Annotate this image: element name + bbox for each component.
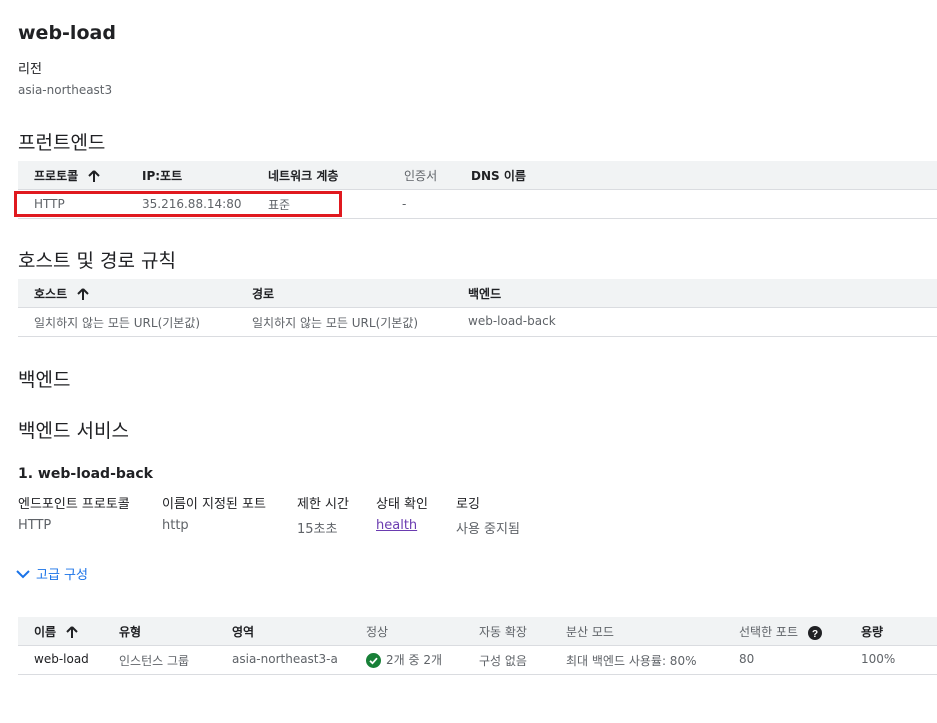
- frontend-cert: -: [402, 197, 407, 211]
- group-port: 80: [739, 652, 755, 666]
- sort-up-icon: [66, 626, 78, 638]
- backend-section-title: 백엔드: [18, 369, 71, 391]
- groups-col-capacity[interactable]: 용량: [861, 623, 883, 640]
- group-name: web-load: [34, 652, 89, 666]
- page-title: web-load: [18, 22, 116, 44]
- highlight-box: [14, 191, 342, 217]
- backend-services-title: 백엔드 서비스: [18, 420, 129, 442]
- region-value: asia-northeast3: [18, 83, 113, 97]
- advanced-config-label: 고급 구성: [36, 568, 88, 583]
- groups-col-zone[interactable]: 영역: [232, 623, 254, 640]
- prop-value-port: http: [162, 518, 189, 533]
- rules-col-host[interactable]: 호스트: [34, 285, 90, 302]
- rules-col-backend[interactable]: 백엔드: [468, 285, 501, 302]
- prop-value-protocol: HTTP: [18, 518, 52, 533]
- health-check-link[interactable]: health: [376, 518, 417, 533]
- groups-col-autoscale[interactable]: 자동 확장: [479, 623, 527, 640]
- sort-up-icon: [77, 288, 90, 300]
- region-label: 리전: [18, 62, 42, 77]
- backend-service-name: 1. web-load-back: [18, 466, 153, 482]
- frontend-col-ipport[interactable]: IP:포트: [142, 167, 182, 184]
- frontend-col-cert[interactable]: 인증서: [404, 167, 437, 184]
- advanced-config-toggle[interactable]: 고급 구성: [16, 564, 88, 583]
- check-circle-icon: [366, 653, 381, 668]
- groups-row-divider: [18, 674, 937, 675]
- rules-host: 일치하지 않는 모든 URL(기본값): [34, 316, 201, 330]
- group-zone: asia-northeast3-a: [232, 652, 338, 666]
- prop-value-timeout: 15초초: [297, 522, 338, 537]
- help-icon[interactable]: ?: [807, 625, 822, 640]
- prop-label-port: 이름이 지정된 포트: [162, 497, 266, 512]
- rules-col-path[interactable]: 경로: [252, 285, 274, 302]
- groups-col-port[interactable]: 선택한 포트 ?: [739, 623, 822, 640]
- prop-label-health: 상태 확인: [376, 497, 428, 512]
- rules-path: 일치하지 않는 모든 URL(기본값): [252, 316, 419, 330]
- chevron-down-icon: [16, 569, 30, 578]
- frontend-col-protocol[interactable]: 프로토콜: [34, 167, 101, 184]
- groups-col-name[interactable]: 이름: [34, 623, 78, 640]
- frontend-col-dns[interactable]: DNS 이름: [471, 167, 526, 184]
- rules-row-divider: [18, 336, 937, 337]
- group-type: 인스턴스 그룹: [119, 654, 190, 668]
- groups-header-divider: [18, 645, 937, 646]
- groups-col-type[interactable]: 유형: [119, 623, 141, 640]
- group-healthy: 2개 중 2개: [366, 651, 442, 668]
- svg-text:?: ?: [812, 629, 818, 640]
- frontend-header-divider: [18, 189, 937, 190]
- prop-label-logging: 로깅: [456, 497, 480, 512]
- rules-section-title: 호스트 및 경로 규칙: [18, 250, 176, 272]
- frontend-row-divider: [18, 218, 937, 219]
- group-balancing: 최대 백엔드 사용률: 80%: [566, 654, 697, 668]
- sort-up-icon: [88, 170, 101, 182]
- prop-value-logging: 사용 중지됨: [456, 522, 520, 537]
- group-autoscale: 구성 없음: [479, 654, 527, 668]
- prop-label-protocol: 엔드포인트 프로토콜: [18, 497, 130, 512]
- frontend-col-tier[interactable]: 네트워크 계층: [268, 167, 338, 184]
- frontend-section-title: 프런트엔드: [18, 132, 106, 154]
- groups-col-healthy[interactable]: 정상: [366, 623, 388, 640]
- rules-backend: web-load-back: [468, 314, 556, 328]
- rules-header-divider: [18, 307, 937, 308]
- group-capacity: 100%: [861, 652, 896, 666]
- groups-col-balancing[interactable]: 분산 모드: [566, 623, 614, 640]
- prop-label-timeout: 제한 시간: [297, 497, 349, 512]
